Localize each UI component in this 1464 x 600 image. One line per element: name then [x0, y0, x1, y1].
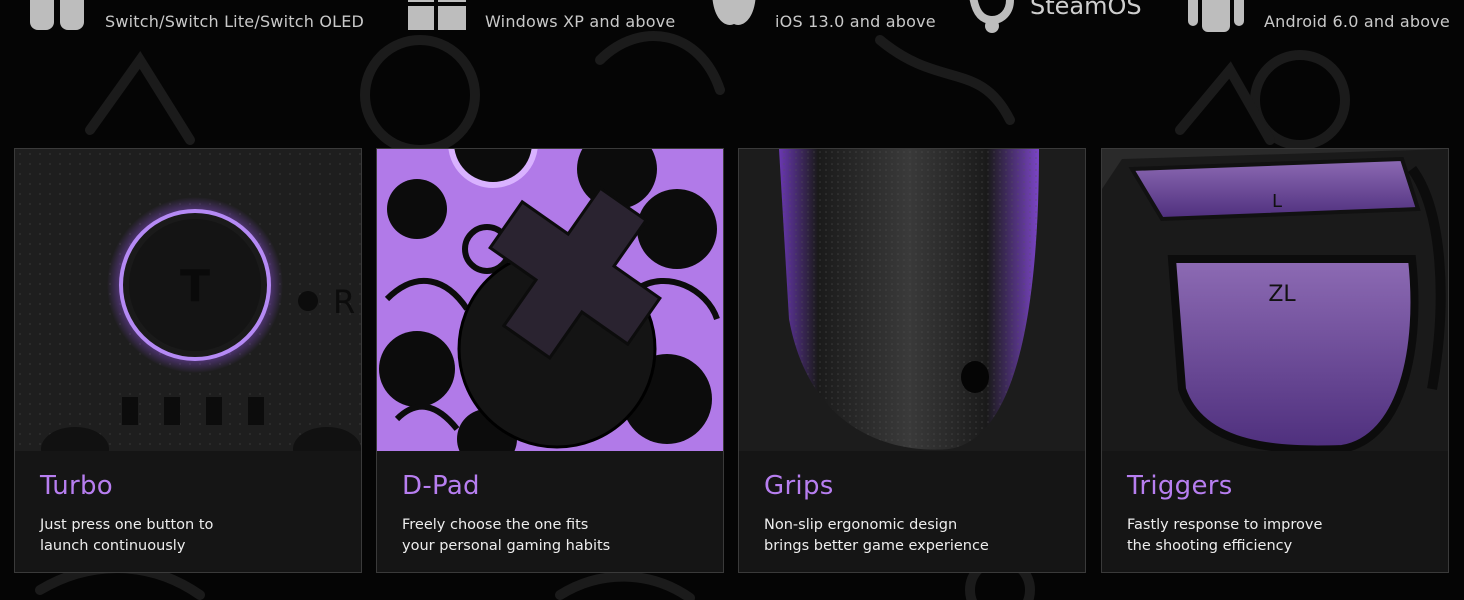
feature-description: Freely choose the one fits your personal… — [402, 515, 610, 557]
feature-title: Grips — [764, 471, 834, 501]
upper-trigger-glyph: L — [1272, 191, 1282, 212]
feature-description-line: Fastly response to improve — [1127, 517, 1323, 533]
feature-title: D-Pad — [402, 471, 480, 501]
feature-description-line: Just press one button to — [40, 517, 214, 533]
feature-description-line: Non-slip ergonomic design — [764, 517, 958, 533]
feature-description-line: the shooting efficiency — [1127, 538, 1293, 554]
turbo-key-glyph: T — [180, 261, 210, 312]
feature-description-line: your personal gaming habits — [402, 538, 611, 554]
windows-icon — [408, 0, 466, 30]
triggers-photo: L ZL — [1102, 149, 1448, 451]
turbo-button-photo: T R — [15, 149, 361, 451]
feature-description: Non-slip ergonomic design brings better … — [764, 515, 989, 557]
feature-card-dpad: D-Pad Freely choose the one fits your pe… — [376, 148, 724, 573]
compatibility-strip: Switch/Switch Lite/Switch OLED Windows X… — [0, 0, 1464, 60]
platform-label: SteamOS — [1030, 0, 1142, 20]
feature-title: Triggers — [1127, 471, 1233, 501]
feature-description-line: brings better game experience — [764, 538, 989, 554]
platform-label: Switch/Switch Lite/Switch OLED — [105, 12, 365, 31]
feature-card-turbo: T R Turbo Just press one button to launc… — [14, 148, 362, 573]
feature-description-line: Freely choose the one fits — [402, 517, 589, 533]
feature-card-triggers: L ZL Triggers Fastly response to improve… — [1101, 148, 1449, 573]
feature-title: Turbo — [40, 471, 114, 501]
apple-icon — [712, 0, 756, 25]
steam-icon — [969, 0, 1014, 33]
grips-photo — [739, 149, 1085, 451]
feature-card-grips: Grips Non-slip ergonomic design brings b… — [738, 148, 1086, 573]
platform-label: Windows XP and above — [485, 12, 676, 31]
switch-icon — [30, 0, 84, 30]
turbo-side-label: R — [333, 283, 355, 321]
lower-trigger-glyph: ZL — [1268, 282, 1296, 307]
android-icon — [1188, 0, 1244, 32]
platform-label: Android 6.0 and above — [1264, 12, 1450, 31]
platform-label: iOS 13.0 and above — [775, 12, 936, 31]
feature-description-line: launch continuously — [40, 538, 186, 554]
dpad-photo — [377, 149, 723, 451]
feature-description: Just press one button to launch continuo… — [40, 515, 213, 557]
feature-description: Fastly response to improve the shooting … — [1127, 515, 1322, 557]
